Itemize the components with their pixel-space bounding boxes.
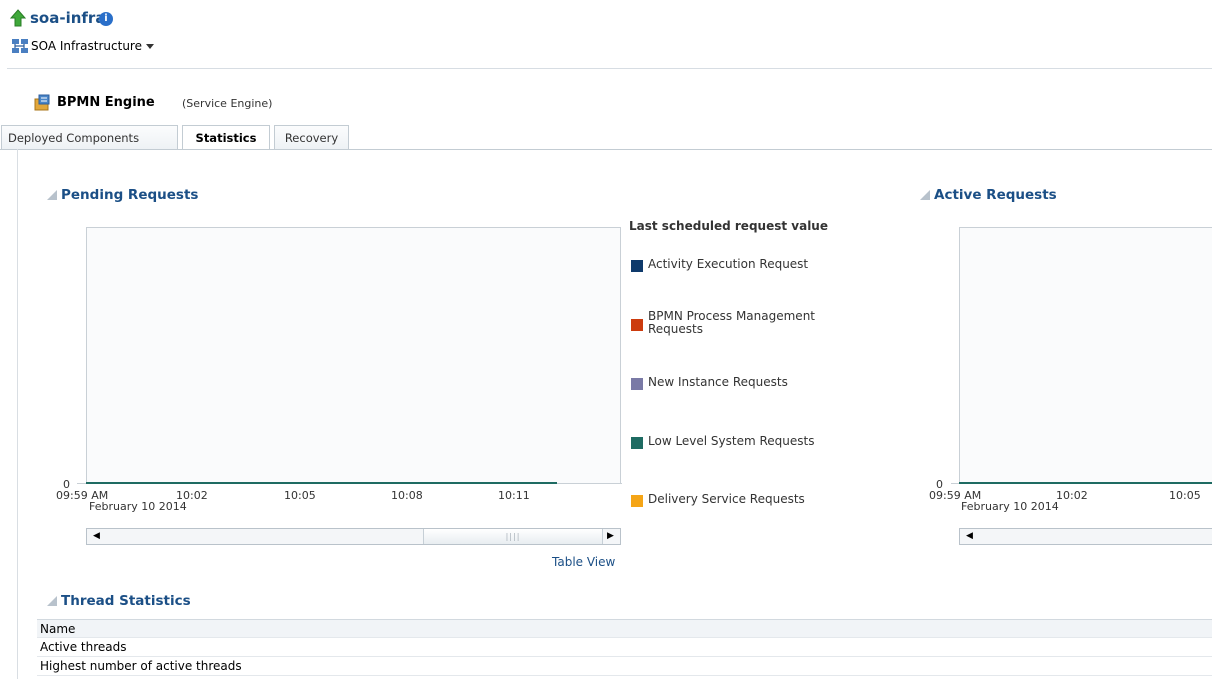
engine-title: BPMN Engine [57, 95, 155, 110]
collapse-triangle-icon[interactable] [920, 190, 930, 200]
target-menu-label: SOA Infrastructure [31, 39, 142, 53]
tab-divider [178, 149, 1212, 150]
legend-label: Low Level System Requests [648, 434, 815, 448]
content-border [17, 149, 18, 679]
legend-label: New Instance Requests [648, 375, 788, 389]
page-title: soa-infra [30, 9, 106, 27]
scrollbar-thumb[interactable]: |||| [423, 529, 603, 544]
pending-requests-title: Pending Requests [61, 187, 199, 203]
pending-chart-scrollbar[interactable]: ◀ |||| ▶ [86, 528, 621, 545]
pending-requests-plot-area [86, 227, 621, 484]
legend-swatch [631, 260, 643, 272]
thread-statistics-title: Thread Statistics [61, 593, 191, 609]
chevron-down-icon [146, 44, 154, 49]
table-row[interactable]: Active threads [37, 638, 1212, 657]
x-date-label: February 10 2014 [89, 500, 187, 513]
x-tick-label: 10:02 [176, 489, 208, 502]
target-navigation-menu[interactable]: SOA Infrastructure [31, 39, 154, 53]
x-tick-label: 10:11 [498, 489, 530, 502]
tab-statistics[interactable]: Statistics [182, 125, 270, 150]
active-chart-scrollbar[interactable]: ◀ [959, 528, 1212, 545]
collapse-triangle-icon[interactable] [47, 190, 57, 200]
bpmn-engine-icon [34, 94, 50, 111]
x-date-label: February 10 2014 [961, 500, 1059, 513]
x-tick-label: 10:05 [284, 489, 316, 502]
x-tick-label: 10:05 [1169, 489, 1201, 502]
legend-label: Activity Execution Request [648, 257, 809, 271]
table-row[interactable]: Highest number of active threads [37, 657, 1212, 676]
legend-swatch [631, 319, 643, 331]
tab-deployed-components[interactable]: Deployed Components [1, 125, 178, 149]
pending-requests-header[interactable]: Pending Requests [47, 187, 198, 203]
collapse-triangle-icon[interactable] [47, 596, 57, 606]
legend-swatch [631, 378, 643, 390]
scroll-right-icon[interactable]: ▶ [603, 529, 618, 544]
info-icon[interactable]: i [99, 12, 113, 26]
legend-label: BPMN Process Management Requests [648, 309, 815, 336]
table-header-name[interactable]: Name [37, 619, 1212, 638]
divider [7, 68, 1212, 69]
active-requests-plot-area [959, 227, 1212, 484]
legend-swatch [631, 495, 643, 507]
legend-label: Delivery Service Requests [648, 492, 805, 506]
series-line [959, 482, 1212, 484]
tab-divider [0, 149, 182, 150]
active-requests-title: Active Requests [934, 187, 1057, 203]
soa-infrastructure-icon [12, 39, 28, 53]
scroll-left-icon[interactable]: ◀ [89, 529, 104, 544]
up-arrow-icon[interactable] [10, 9, 26, 27]
legend-swatch [631, 437, 643, 449]
engine-subtitle: (Service Engine) [182, 97, 273, 110]
x-tick-label: 10:08 [391, 489, 423, 502]
x-tick-label: 10:02 [1056, 489, 1088, 502]
active-requests-header[interactable]: Active Requests [920, 187, 1057, 203]
legend-title: Last scheduled request value [629, 219, 828, 233]
table-view-link[interactable]: Table View [552, 555, 615, 569]
series-line [86, 482, 557, 484]
scroll-left-icon[interactable]: ◀ [962, 529, 977, 544]
tab-recovery[interactable]: Recovery [274, 125, 349, 149]
thread-statistics-table: Name Active threads Highest number of ac… [37, 619, 1212, 676]
thread-statistics-header[interactable]: Thread Statistics [47, 593, 191, 609]
